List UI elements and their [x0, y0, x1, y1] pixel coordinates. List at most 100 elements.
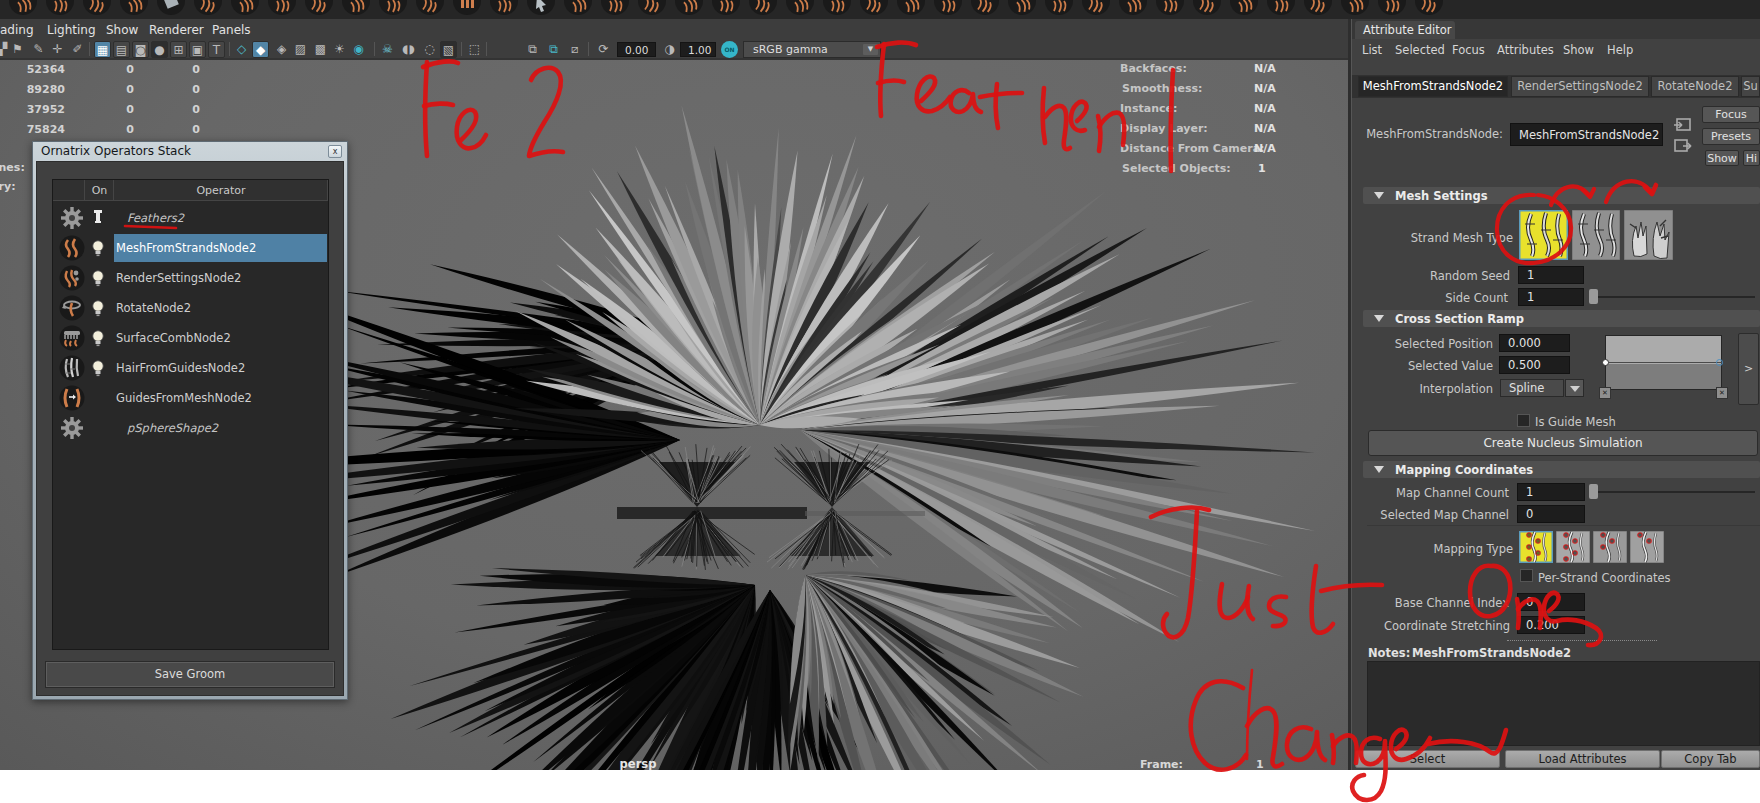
- menu-lighting[interactable]: Lighting: [47, 23, 96, 37]
- shadows-icon[interactable]: ☠: [379, 41, 396, 58]
- ramp-handle-left[interactable]: [1602, 359, 1609, 366]
- paint-icon[interactable]: ✐: [69, 41, 86, 58]
- presets-button[interactable]: Presets: [1702, 128, 1760, 145]
- ramp-handle-right[interactable]: [1716, 359, 1723, 366]
- gradient-icon[interactable]: ▧: [440, 41, 457, 58]
- create-nucleus-simulation-button[interactable]: Create Nucleus Simulation: [1368, 430, 1758, 456]
- list-item-rendersettings[interactable]: RenderSettingsNode2: [53, 263, 328, 293]
- load-attributes-button[interactable]: Load Attributes: [1505, 750, 1660, 768]
- colorspace-dropdown[interactable]: sRGB gamma▼: [743, 41, 881, 58]
- selected-value-field[interactable]: 0.500: [1499, 356, 1570, 374]
- strand-mesh-type-option-3[interactable]: [1624, 210, 1673, 260]
- copy-tab-button[interactable]: Copy Tab: [1661, 750, 1760, 768]
- viewport-3d[interactable]: 52364 0 0 89280 0 0 37952 0 0 75824 0 0 …: [0, 60, 1348, 770]
- xray-icon[interactable]: ▩: [312, 41, 329, 58]
- exposure-icon[interactable]: ⟳: [595, 41, 612, 58]
- save-groom-button[interactable]: Save Groom: [46, 662, 334, 687]
- tab-meshfromstrands[interactable]: MeshFromStrandsNode2: [1358, 76, 1508, 97]
- bulb-icon[interactable]: [91, 358, 105, 378]
- interpolation-dropdown-arrow[interactable]: [1565, 379, 1584, 397]
- color-management-toggle[interactable]: ON: [721, 41, 738, 58]
- strand-mesh-type-option-2[interactable]: [1572, 210, 1620, 260]
- menu-shading[interactable]: ading: [0, 23, 34, 37]
- tab-rendersettings[interactable]: RenderSettingsNode2: [1511, 76, 1649, 97]
- mapping-type-option-2[interactable]: [1556, 531, 1590, 563]
- copy-window-icon[interactable]: ⧉: [524, 41, 541, 58]
- node-name-field[interactable]: MeshFromStrandsNode2: [1510, 123, 1663, 146]
- lighting-icon[interactable]: ☀: [331, 41, 348, 58]
- motionblur-icon[interactable]: ◌: [421, 41, 438, 58]
- gamma-field[interactable]: 1.00: [680, 42, 716, 57]
- list-item-rotate[interactable]: RotateNode2: [53, 293, 328, 323]
- menu-panels[interactable]: Panels: [212, 23, 251, 37]
- connect-input-icon[interactable]: [1673, 116, 1693, 134]
- section-cross-section-ramp[interactable]: Cross Section Ramp: [1363, 310, 1760, 327]
- gamma-icon[interactable]: ◑: [661, 41, 678, 58]
- show-button[interactable]: Show: [1705, 150, 1739, 166]
- ao-icon[interactable]: ◖◗: [400, 41, 417, 58]
- ae-menu-help[interactable]: Help: [1607, 43, 1633, 57]
- map-channel-count-slider[interactable]: [1589, 484, 1598, 499]
- select-tool-icon[interactable]: ✛: [49, 41, 66, 58]
- bulb-icon[interactable]: [91, 268, 105, 288]
- connect-output-icon[interactable]: [1673, 138, 1693, 154]
- safe-title-icon[interactable]: T: [208, 41, 225, 58]
- pen-icon[interactable]: ✎: [30, 41, 47, 58]
- safe-action-icon[interactable]: ▣: [189, 41, 206, 58]
- list-item-feathers2[interactable]: Feathers2: [53, 203, 328, 233]
- base-channel-index-field[interactable]: 0: [1517, 593, 1585, 611]
- textured-icon[interactable]: ▨: [292, 41, 309, 58]
- exposure-field[interactable]: 0.00: [617, 42, 656, 57]
- random-seed-field[interactable]: 1: [1518, 266, 1584, 284]
- shaded-textured-icon[interactable]: ◈: [273, 41, 290, 58]
- bulb-icon[interactable]: [91, 298, 105, 318]
- paste-window-icon[interactable]: ⧉: [545, 41, 562, 58]
- field-chart-icon[interactable]: ⊞: [170, 41, 187, 58]
- default-light-icon[interactable]: ◉: [350, 41, 367, 58]
- ae-menu-list[interactable]: List: [1362, 43, 1382, 57]
- isolate-select-icon[interactable]: ⬚: [466, 41, 483, 58]
- bookmark-icon[interactable]: ⚑: [9, 41, 26, 58]
- coordinate-stretching-field[interactable]: 0.200: [1517, 616, 1585, 634]
- selected-map-channel-field[interactable]: 0: [1517, 505, 1585, 523]
- list-item-guidesfrommesh[interactable]: GuidesFromMeshNode2: [53, 383, 328, 413]
- ramp-delete-left-icon[interactable]: ✕: [1599, 387, 1611, 399]
- section-mapping-coordinates[interactable]: Mapping Coordinates: [1363, 461, 1760, 478]
- side-count-slider[interactable]: [1589, 289, 1598, 304]
- strand-mesh-type-option-1[interactable]: [1519, 210, 1568, 260]
- ae-menu-selected[interactable]: Selected: [1395, 43, 1445, 57]
- ramp-delete-right-icon[interactable]: ✕: [1716, 387, 1728, 399]
- shaded-icon[interactable]: ◆: [252, 41, 269, 58]
- side-count-field[interactable]: 1: [1518, 288, 1584, 306]
- pin-icon[interactable]: [91, 208, 105, 228]
- bulb-icon[interactable]: [91, 328, 105, 348]
- bulb-icon[interactable]: [91, 238, 105, 258]
- zoom-window-icon[interactable]: ⧄: [566, 41, 583, 58]
- mapping-type-option-1[interactable]: [1519, 531, 1553, 563]
- film-gate-icon[interactable]: ▤: [113, 41, 130, 58]
- selected-position-field[interactable]: 0.000: [1499, 334, 1570, 352]
- tab-rotate[interactable]: RotateNode2: [1651, 76, 1739, 97]
- list-item-surfacecomb[interactable]: SurfaceCombNode2: [53, 323, 328, 353]
- focus-button[interactable]: Focus: [1702, 106, 1760, 123]
- section-mesh-settings[interactable]: Mesh Settings: [1363, 187, 1760, 204]
- mapping-type-option-3[interactable]: [1593, 531, 1627, 563]
- gate-mask-icon[interactable]: ●: [151, 41, 168, 58]
- menu-show[interactable]: Show: [106, 23, 138, 37]
- select-button[interactable]: Select: [1355, 750, 1500, 768]
- tab-surfacecomb[interactable]: Su: [1741, 76, 1760, 97]
- close-icon[interactable]: x: [328, 145, 342, 158]
- is-guide-mesh-checkbox[interactable]: [1517, 414, 1530, 427]
- ramp-expand-button[interactable]: >: [1738, 333, 1759, 405]
- per-strand-coordinates-checkbox[interactable]: [1520, 569, 1533, 582]
- list-item-hairfromguides[interactable]: HairFromGuidesNode2: [53, 353, 328, 383]
- interpolation-dropdown[interactable]: Spline: [1500, 379, 1564, 397]
- grid-view-icon[interactable]: ▦: [94, 41, 111, 58]
- ae-menu-focus[interactable]: Focus: [1452, 43, 1485, 57]
- list-item-psphereshape[interactable]: pSphereShape2: [53, 413, 328, 443]
- list-item-meshfromstrands[interactable]: MeshFromStrandsNode2: [53, 233, 328, 263]
- resolution-gate-icon[interactable]: ◙: [132, 41, 149, 58]
- notes-textarea[interactable]: [1367, 661, 1760, 746]
- ae-menu-attributes[interactable]: Attributes: [1497, 43, 1554, 57]
- ae-menu-show[interactable]: Show: [1563, 43, 1594, 57]
